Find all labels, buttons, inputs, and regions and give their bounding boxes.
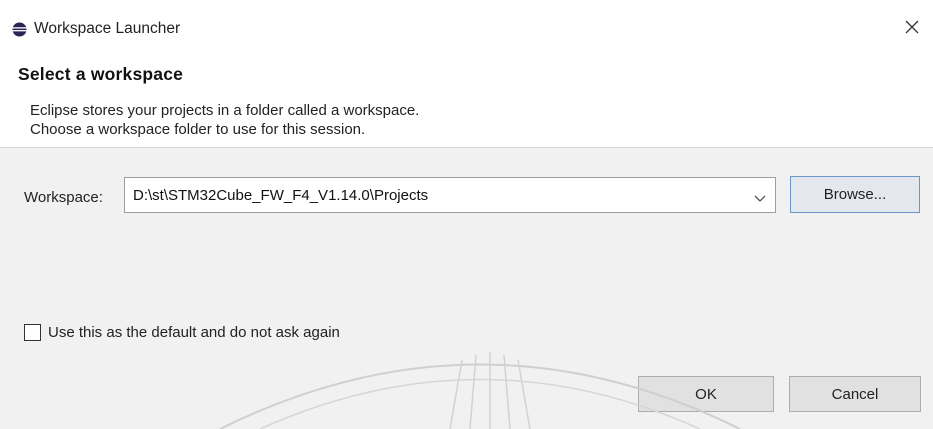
chevron-down-icon[interactable] [753,191,767,202]
workspace-label: Workspace: [24,189,103,206]
eclipse-icon [12,22,27,37]
dialog-header: Select a workspace Eclipse stores your p… [0,50,933,148]
default-checkbox-row[interactable]: Use this as the default and do not ask a… [24,324,340,341]
dialog-body: Workspace: D:\st\STM32Cube_FW_F4_V1.14.0… [0,148,933,429]
header-description-line-1: Eclipse stores your projects in a folder… [30,102,420,119]
header-description-line-2: Choose a workspace folder to use for thi… [30,121,366,138]
close-icon [905,20,919,39]
workspace-combo[interactable]: D:\st\STM32Cube_FW_F4_V1.14.0\Projects [124,177,776,213]
workspace-path-value[interactable]: D:\st\STM32Cube_FW_F4_V1.14.0\Projects [133,187,428,204]
cancel-button[interactable]: Cancel [789,376,921,412]
workspace-launcher-dialog: Workspace Launcher Select a workspace Ec… [0,0,933,429]
header-title: Select a workspace [18,64,184,84]
default-checkbox[interactable] [24,324,41,341]
ok-button[interactable]: OK [638,376,774,412]
close-button[interactable] [897,14,927,44]
window-title: Workspace Launcher [34,20,181,37]
browse-button[interactable]: Browse... [790,176,920,213]
default-checkbox-label[interactable]: Use this as the default and do not ask a… [48,324,340,341]
header-description: Eclipse stores your projects in a folder… [30,101,419,139]
title-bar: Workspace Launcher [0,0,933,50]
